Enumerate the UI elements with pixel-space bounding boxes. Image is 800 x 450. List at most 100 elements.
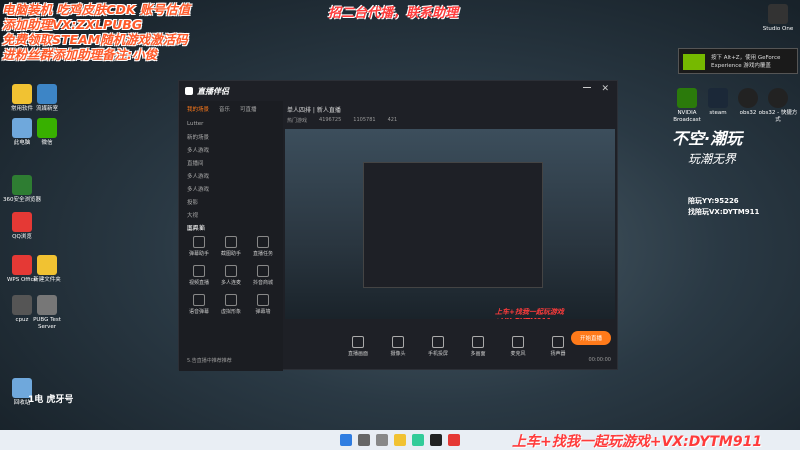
steam-icon xyxy=(708,88,728,108)
watermark: 1电 虎牙号 xyxy=(28,395,74,405)
control-bar: 直播画面 摄像头 手机投屏 多画面 麦克风 扬声器 xyxy=(283,321,619,371)
tool-button[interactable]: 虚拟形象 xyxy=(215,294,247,315)
start-icon[interactable] xyxy=(340,434,352,446)
desktop-icon[interactable]: obs32 - 快捷方式 xyxy=(758,88,798,124)
tool-button[interactable]: 抖音商城 xyxy=(247,265,279,286)
scene-sidebar: 我的场景 音乐 可直播 Lutter 新的场景 多人游戏 直播间 多人游戏 多人… xyxy=(179,101,283,371)
nvidia-icon xyxy=(683,54,705,70)
stats-row: 热门游戏 4196725 1105781 421 xyxy=(287,117,397,124)
app-icon xyxy=(37,84,57,104)
promo-line: 进粉丝群添加助理备注:小俊 xyxy=(2,47,157,62)
category-badge[interactable]: 热门游戏 xyxy=(287,117,307,124)
stream-title: 单人四排 | 新人直播 xyxy=(287,107,341,114)
app-icon[interactable] xyxy=(412,434,424,446)
bottom-promo-banner: 上车+找我一起玩游戏+VX:DYTM911 xyxy=(512,434,763,450)
live-timer: 00:00:00 xyxy=(588,357,611,363)
source-item[interactable]: 投影 xyxy=(179,195,283,208)
contact-line: 陪玩YY:95226 xyxy=(688,197,739,205)
nvidia-icon xyxy=(677,88,697,108)
source-item[interactable]: 新的场景 xyxy=(179,130,283,143)
browser-icon xyxy=(12,212,32,232)
studio-one-icon xyxy=(768,4,788,24)
preview-promo: 上车+找我一起玩游戏+VX:DYTM911 xyxy=(495,308,564,319)
desktop-icon[interactable]: QQ浏览 xyxy=(2,212,42,241)
speaker-icon xyxy=(552,335,564,348)
wechat-icon xyxy=(37,118,57,138)
app-icon[interactable] xyxy=(430,434,442,446)
window-titlebar: 直播伴侣 ✕ xyxy=(179,81,617,101)
screen-capture-button[interactable]: 直播画面 xyxy=(343,335,373,357)
geforce-notification[interactable]: 按下 Alt+Z，使用 GeForce Experience 游戏内覆盖 xyxy=(678,48,798,74)
main-area: 单人四排 | 新人直播 热门游戏 4196725 1105781 421 上车+… xyxy=(283,101,619,371)
desktop-icon[interactable]: 微信 xyxy=(27,118,67,147)
phone-cast-button[interactable]: 手机投屏 xyxy=(423,335,453,357)
tool-icon xyxy=(257,294,269,306)
obs-icon xyxy=(768,88,788,108)
tool-button[interactable]: 弹幕墙 xyxy=(247,294,279,315)
promo-line: 添加助理VX:ZXLPUBG xyxy=(2,17,143,32)
source-item[interactable]: Lutter xyxy=(179,117,283,130)
top-center-banner: 招二台代播，联系助理 xyxy=(328,6,459,21)
tool-icon xyxy=(193,294,205,306)
sidebar-tabs: 我的场景 音乐 可直播 xyxy=(179,101,283,117)
tool-icon xyxy=(257,236,269,248)
app-logo-icon xyxy=(185,87,193,95)
monitor-icon xyxy=(352,335,364,348)
microphone-button[interactable]: 麦克风 xyxy=(503,335,533,357)
stat-value: 421 xyxy=(387,117,398,123)
tool-icon xyxy=(257,265,269,277)
status-text: 5.告直播中推荐推荐 xyxy=(187,358,232,364)
speaker-button[interactable]: 扬声器 xyxy=(543,335,573,357)
tool-button[interactable]: 直播任务 xyxy=(247,236,279,257)
source-item[interactable]: 多人游戏 xyxy=(179,143,283,156)
tool-icon xyxy=(225,294,237,306)
tool-button[interactable]: 视频直播 xyxy=(183,265,215,286)
start-live-button[interactable]: 开始直播 xyxy=(571,331,611,345)
explorer-icon[interactable] xyxy=(394,434,406,446)
mic-icon xyxy=(512,335,524,348)
tab-streamable[interactable]: 可直播 xyxy=(240,105,257,113)
tools-grid: 弹幕助手 截图助手 直播任务 视频直播 多人连麦 抖音商城 语音弹幕 虚拟形象 … xyxy=(183,236,279,315)
source-item[interactable]: 大视 xyxy=(179,208,283,221)
tab-music[interactable]: 音乐 xyxy=(219,105,230,113)
browser-icon xyxy=(12,175,32,195)
folder-icon xyxy=(37,255,57,275)
search-icon[interactable] xyxy=(358,434,370,446)
cpuz-icon xyxy=(12,295,32,315)
promo-line: 电脑装机 吃鸡皮肤CDK 账号估值 xyxy=(2,2,190,17)
close-icon[interactable]: ✕ xyxy=(601,84,609,94)
desktop-icon[interactable]: 流媒新室 xyxy=(27,84,67,113)
minimize-icon[interactable] xyxy=(583,87,591,88)
brand-subtitle: 玩潮无界 xyxy=(688,152,737,166)
desktop-icon[interactable]: 360安全浏览器 xyxy=(2,175,42,204)
tool-button[interactable]: 弹幕助手 xyxy=(183,236,215,257)
live-companion-window[interactable]: 直播伴侣 ✕ 我的场景 音乐 可直播 Lutter 新的场景 多人游戏 直播间 … xyxy=(178,80,619,371)
multi-view-button[interactable]: 多画面 xyxy=(463,335,493,357)
desktop-icon[interactable]: 新建文件夹 xyxy=(27,255,67,284)
source-item[interactable]: 多人游戏 xyxy=(179,169,283,182)
app-icon[interactable] xyxy=(448,434,460,446)
app-title: 直播伴侣 xyxy=(197,86,229,96)
stat-value: 1105781 xyxy=(353,117,376,123)
camera-icon xyxy=(392,335,404,348)
tool-icon xyxy=(225,236,237,248)
grid-icon xyxy=(472,335,484,348)
tool-icon xyxy=(225,265,237,277)
tab-my-scenes[interactable]: 我的场景 xyxy=(187,105,209,113)
tool-button[interactable]: 语音弹幕 xyxy=(183,294,215,315)
tool-icon xyxy=(193,236,205,248)
brand-title: 不空·潮玩 xyxy=(672,129,743,148)
source-item[interactable]: 直播间 xyxy=(179,156,283,169)
desktop-icon[interactable]: cpuz xyxy=(2,295,42,324)
stream-preview[interactable]: 上车+找我一起玩游戏+VX:DYTM911 xyxy=(285,129,615,319)
source-item[interactable]: 多人游戏 xyxy=(179,182,283,195)
tools-title: 工具箱 xyxy=(187,225,206,232)
nested-preview-window xyxy=(363,162,543,288)
tool-button[interactable]: 多人连麦 xyxy=(215,265,247,286)
tool-button[interactable]: 截图助手 xyxy=(215,236,247,257)
camera-button[interactable]: 摄像头 xyxy=(383,335,413,357)
contact-line: 找陪玩VX:DYTM911 xyxy=(688,208,760,216)
desktop-icon[interactable]: Studio One xyxy=(758,4,798,33)
phone-icon xyxy=(432,335,444,348)
task-view-icon[interactable] xyxy=(376,434,388,446)
